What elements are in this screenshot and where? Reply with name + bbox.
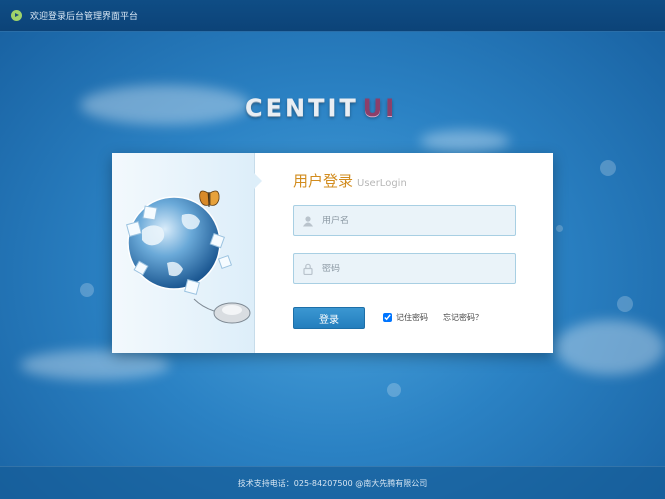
login-title-cn: 用户登录 bbox=[293, 172, 354, 190]
bubble-decoration bbox=[387, 383, 401, 397]
remember-label: 记住密码 bbox=[396, 313, 428, 322]
welcome-text: 欢迎登录后台管理界面平台 bbox=[30, 12, 139, 22]
footer: 技术支持电话：025-84207500 @南大先腾有限公司 bbox=[0, 466, 665, 499]
cloud-decoration bbox=[20, 350, 170, 380]
logo-text-ui: UI bbox=[362, 94, 398, 122]
cloud-decoration bbox=[80, 85, 250, 125]
logo: CENTIT UI bbox=[245, 94, 397, 122]
logo-text-main: CENTIT bbox=[245, 94, 359, 122]
username-input[interactable] bbox=[322, 215, 512, 226]
top-bar: 欢迎登录后台管理界面平台 bbox=[0, 0, 665, 32]
login-title-en: UserLogin bbox=[357, 178, 407, 189]
bubble-decoration bbox=[556, 225, 563, 232]
illustration-pane bbox=[112, 153, 262, 353]
username-field[interactable] bbox=[293, 205, 516, 236]
footer-text: 技术支持电话：025-84207500 @南大先腾有限公司 bbox=[237, 478, 428, 488]
globe-illustration bbox=[126, 190, 251, 324]
cloud-decoration bbox=[555, 320, 665, 375]
user-icon bbox=[303, 215, 313, 226]
butterfly-icon bbox=[199, 190, 220, 207]
bubble-decoration bbox=[600, 160, 616, 176]
play-icon bbox=[11, 10, 22, 21]
pane-notch bbox=[254, 173, 262, 189]
remember-checkbox[interactable] bbox=[383, 313, 392, 322]
remember-password[interactable]: 记住密码 bbox=[383, 312, 428, 323]
login-button[interactable]: 登录 bbox=[293, 307, 365, 329]
forgot-password-link[interactable]: 忘记密码？ bbox=[443, 312, 483, 323]
bubble-decoration bbox=[80, 283, 94, 297]
password-field[interactable] bbox=[293, 253, 516, 284]
cloud-decoration bbox=[420, 130, 510, 152]
password-input[interactable] bbox=[322, 263, 512, 274]
bubble-decoration bbox=[617, 296, 633, 312]
mouse-icon bbox=[193, 298, 251, 324]
login-panel: 用户登录 UserLogin 登录 记住密码 忘记密码？ bbox=[112, 153, 553, 353]
login-title: 用户登录 UserLogin bbox=[293, 170, 407, 191]
lock-icon bbox=[303, 263, 313, 275]
